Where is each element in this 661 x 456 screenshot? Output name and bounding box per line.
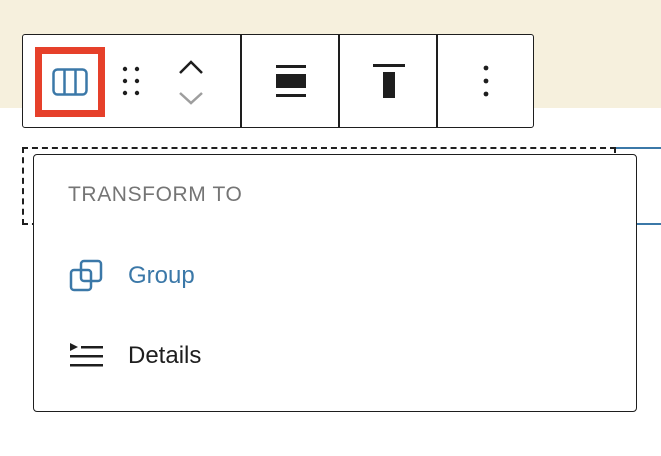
- more-options-button[interactable]: [438, 35, 533, 127]
- drag-handle-button[interactable]: [111, 35, 151, 127]
- transform-menu-heading: TRANSFORM TO: [68, 183, 243, 206]
- transform-menu: TRANSFORM TO Group Details: [33, 154, 637, 412]
- align-wide-icon: [275, 65, 306, 97]
- transform-to-details[interactable]: Details: [68, 331, 201, 381]
- chevron-down-icon: [179, 92, 203, 105]
- block-type-button[interactable]: [35, 47, 105, 117]
- columns-icon: [52, 68, 88, 96]
- drag-handle-icon: [122, 66, 140, 96]
- move-up-button[interactable]: [178, 55, 204, 79]
- details-label: Details: [128, 342, 202, 369]
- chevron-up-icon: [179, 60, 203, 74]
- details-icon: [68, 338, 104, 374]
- transform-to-group[interactable]: Group: [68, 251, 195, 301]
- more-vertical-icon: [483, 65, 488, 97]
- block-toolbar: [22, 34, 534, 128]
- vertical-align-button[interactable]: [340, 35, 437, 127]
- move-buttons: [161, 35, 221, 127]
- align-button[interactable]: [242, 35, 339, 127]
- move-down-button[interactable]: [178, 89, 204, 107]
- align-top-icon: [372, 64, 405, 98]
- group-icon: [68, 258, 104, 294]
- group-label: Group: [128, 262, 195, 289]
